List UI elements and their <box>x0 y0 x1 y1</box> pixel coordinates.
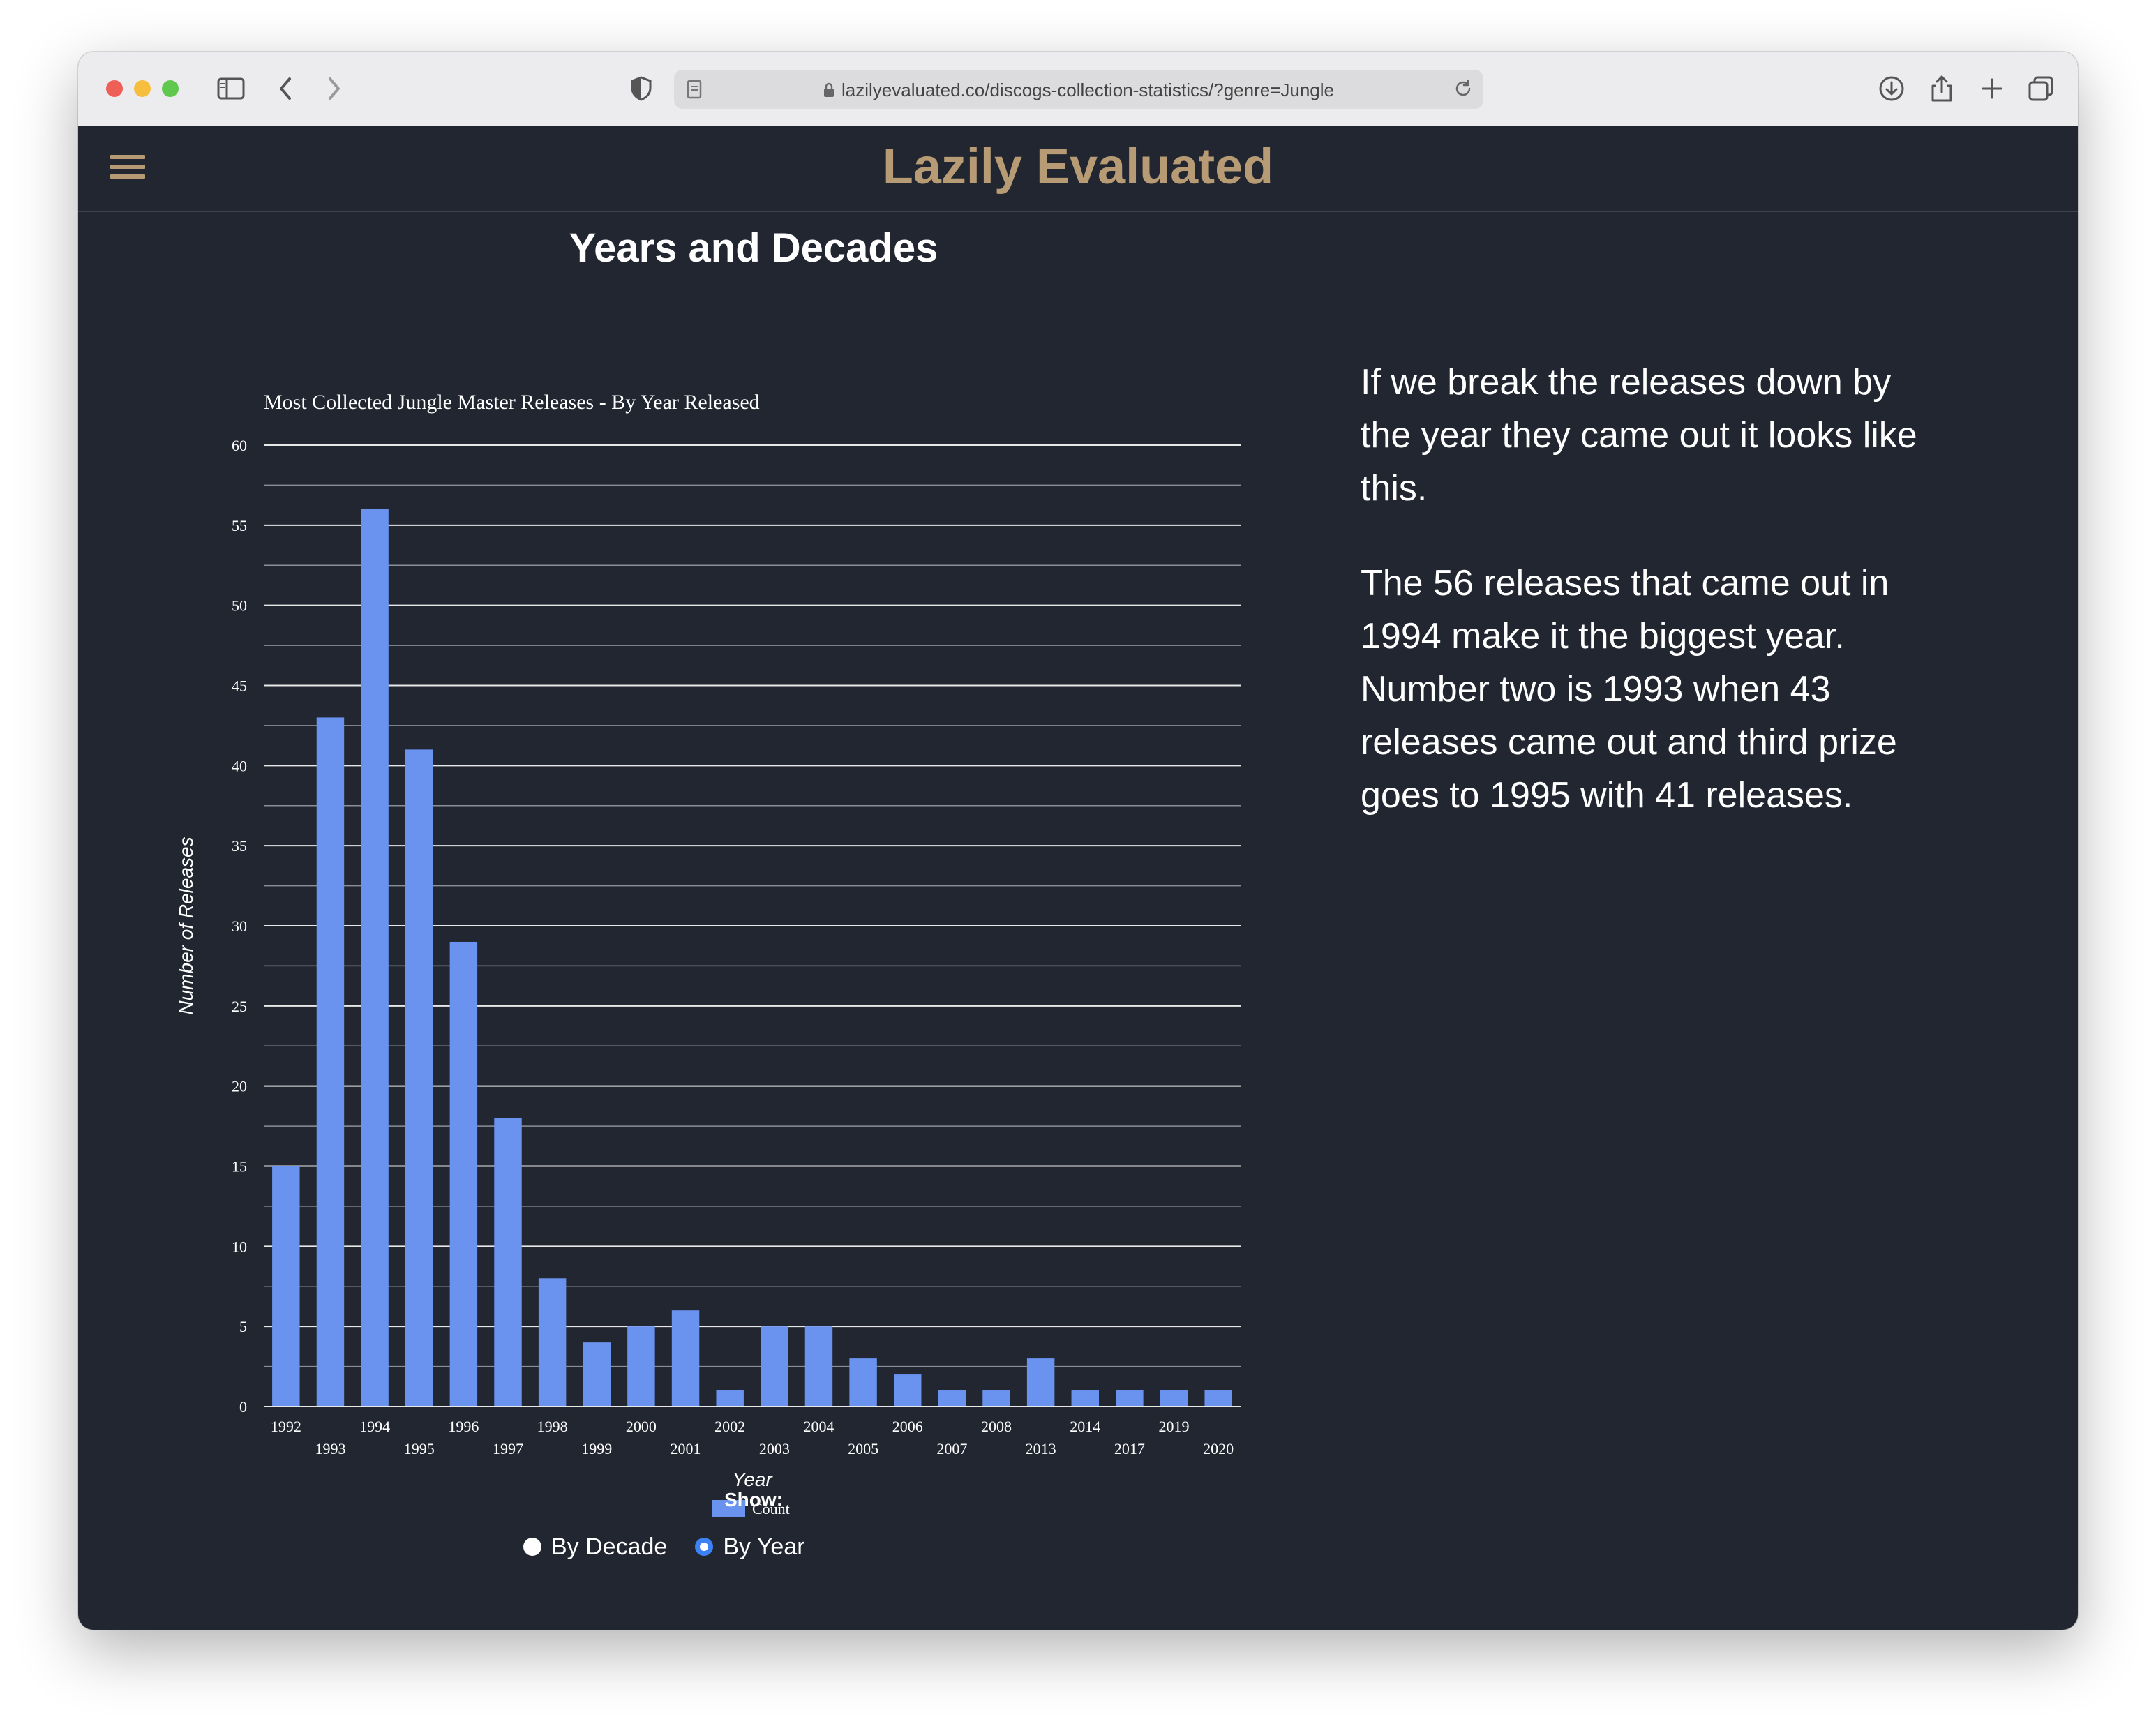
x-tick-label: 2005 <box>848 1440 878 1457</box>
bar <box>849 1358 877 1406</box>
bar-chart: Most Collected Jungle Master Releases - … <box>175 391 1241 1517</box>
y-tick-label: 15 <box>232 1158 247 1176</box>
x-tick-label: 2020 <box>1203 1440 1234 1457</box>
y-tick-label: 60 <box>232 437 247 454</box>
bar <box>627 1326 655 1406</box>
y-tick-label: 30 <box>232 917 247 935</box>
x-tick-label: 1999 <box>581 1440 612 1457</box>
x-tick-label: 2001 <box>671 1440 701 1457</box>
bar <box>1071 1390 1099 1406</box>
x-axis-label: Year <box>732 1469 773 1490</box>
by-decade-radio[interactable]: By Decade <box>523 1533 667 1561</box>
bar <box>761 1326 788 1406</box>
by-year-radio[interactable]: By Year <box>695 1533 805 1561</box>
x-tick-label: 1996 <box>448 1418 479 1435</box>
bar <box>938 1390 966 1406</box>
x-tick-label: 2019 <box>1159 1418 1190 1435</box>
description-paragraph-2: The 56 releases that came out in 1994 ma… <box>1361 563 1897 816</box>
y-tick-label: 50 <box>232 597 247 615</box>
x-tick-label: 1993 <box>315 1440 345 1457</box>
x-tick-label: 2013 <box>1026 1440 1056 1457</box>
x-tick-label: 2006 <box>892 1418 923 1435</box>
radio-unselected-icon[interactable] <box>523 1538 541 1556</box>
bar <box>894 1374 922 1406</box>
y-tick-label: 10 <box>232 1238 247 1255</box>
bar <box>671 1310 700 1406</box>
bar <box>804 1326 833 1406</box>
chart-title: Most Collected Jungle Master Releases - … <box>264 391 760 414</box>
description-paragraph-1: If we break the releases down by the yea… <box>1361 362 1917 509</box>
y-tick-label: 45 <box>232 677 247 695</box>
view-toggle: By Decade By Year <box>523 1529 833 1564</box>
bar <box>1116 1390 1144 1406</box>
bar <box>1026 1358 1055 1406</box>
y-tick-label: 5 <box>239 1318 247 1335</box>
x-tick-label: 2014 <box>1070 1418 1100 1435</box>
bar <box>583 1342 611 1406</box>
bar <box>316 717 345 1406</box>
x-tick-label: 1998 <box>537 1418 568 1435</box>
x-tick-label: 2000 <box>626 1418 657 1435</box>
bar <box>1160 1390 1188 1406</box>
show-label: Show: <box>724 1489 783 1510</box>
y-tick-label: 35 <box>232 837 247 855</box>
bar <box>982 1390 1010 1406</box>
by-year-label: By Year <box>723 1533 805 1560</box>
x-tick-label: 1997 <box>493 1440 523 1457</box>
bar <box>716 1390 744 1406</box>
y-axis-label: Number of Releases <box>175 837 197 1014</box>
x-tick-label: 1992 <box>271 1418 301 1435</box>
y-tick-label: 0 <box>239 1398 247 1416</box>
by-decade-label: By Decade <box>551 1533 668 1560</box>
y-tick-label: 40 <box>232 757 247 774</box>
x-tick-label: 2008 <box>981 1418 1012 1435</box>
x-tick-label: 2007 <box>936 1440 967 1457</box>
x-tick-label: 2017 <box>1114 1440 1145 1457</box>
bar <box>405 749 433 1406</box>
x-tick-label: 2003 <box>759 1440 790 1457</box>
description-text: If we break the releases down by the yea… <box>1361 356 1947 864</box>
bar <box>272 1166 300 1406</box>
bar <box>449 941 478 1406</box>
y-tick-label: 25 <box>232 998 247 1015</box>
x-tick-label: 1994 <box>359 1418 390 1435</box>
y-tick-label: 55 <box>232 517 247 534</box>
y-tick-label: 20 <box>232 1078 247 1095</box>
radio-selected-icon[interactable] <box>695 1538 714 1556</box>
bar <box>361 509 389 1406</box>
x-tick-label: 2002 <box>714 1418 745 1435</box>
x-tick-label: 1995 <box>404 1440 435 1457</box>
x-tick-label: 2004 <box>803 1418 834 1435</box>
bar <box>1204 1390 1232 1406</box>
bar <box>494 1118 522 1406</box>
bar <box>538 1278 567 1406</box>
